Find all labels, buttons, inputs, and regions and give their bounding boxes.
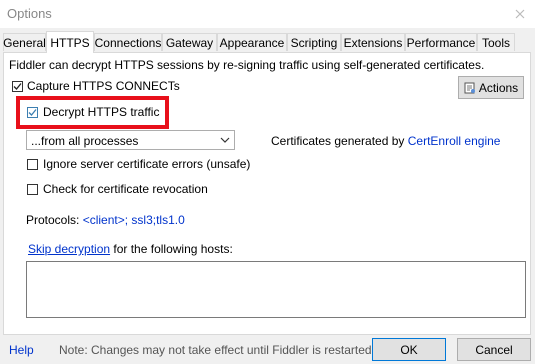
cancel-button[interactable]: Cancel bbox=[457, 338, 531, 361]
tab-tools[interactable]: Tools bbox=[477, 33, 515, 51]
tab-https[interactable]: HTTPS bbox=[46, 31, 94, 53]
tab-extensions[interactable]: Extensions bbox=[341, 33, 405, 51]
tab-general[interactable]: General bbox=[3, 33, 46, 51]
tab-connections[interactable]: Connections bbox=[94, 33, 162, 51]
ok-button[interactable]: OK bbox=[372, 338, 446, 361]
capture-connects-label: Capture HTTPS CONNECTs bbox=[27, 79, 180, 93]
actions-button[interactable]: Actions bbox=[458, 76, 524, 99]
chevron-down-icon bbox=[220, 137, 230, 143]
certificate-icon bbox=[464, 82, 476, 94]
ignore-errors-label: Ignore server certificate errors (unsafe… bbox=[43, 157, 251, 171]
skip-hosts-textarea[interactable] bbox=[26, 261, 526, 318]
capture-connects-checkbox[interactable] bbox=[12, 81, 23, 92]
check-revocation-checkbox[interactable] bbox=[27, 184, 38, 195]
protocols-line: Protocols: <client>; ssl3;tls1.0 bbox=[26, 213, 185, 227]
window-title: Options bbox=[7, 6, 52, 21]
actions-label: Actions bbox=[478, 80, 519, 95]
skip-decryption-line: Skip decryption for the following hosts: bbox=[28, 242, 233, 256]
decrypt-traffic-checkbox[interactable] bbox=[27, 107, 38, 118]
protocols-label: Protocols: bbox=[26, 213, 83, 227]
tab-gateway[interactable]: Gateway bbox=[162, 33, 217, 51]
ignore-errors-checkbox[interactable] bbox=[27, 159, 38, 170]
restart-note: Note: Changes may not take effect until … bbox=[59, 343, 375, 357]
checkmark-icon bbox=[13, 83, 22, 90]
decrypt-traffic-label: Decrypt HTTPS traffic bbox=[43, 105, 160, 119]
https-description: Fiddler can decrypt HTTPS sessions by re… bbox=[9, 58, 485, 72]
close-icon[interactable] bbox=[505, 0, 535, 28]
cert-engine-link[interactable]: CertEnroll engine bbox=[408, 134, 501, 148]
help-link[interactable]: Help bbox=[9, 343, 34, 357]
skip-decryption-suffix: for the following hosts: bbox=[110, 242, 233, 256]
tab-performance[interactable]: Performance bbox=[405, 33, 477, 51]
tab-strip: General HTTPS Connections Gateway Appear… bbox=[3, 31, 533, 53]
protocols-link[interactable]: <client>; ssl3;tls1.0 bbox=[83, 213, 185, 227]
title-bar: Options bbox=[0, 0, 535, 28]
process-filter-select[interactable]: ...from all processes bbox=[26, 130, 235, 150]
skip-decryption-link[interactable]: Skip decryption bbox=[28, 242, 110, 256]
checkmark-icon bbox=[28, 109, 37, 116]
cert-info: Certificates generated by CertEnroll eng… bbox=[271, 134, 500, 148]
check-revocation-label: Check for certificate revocation bbox=[43, 182, 208, 196]
tab-appearance[interactable]: Appearance bbox=[217, 33, 287, 51]
cert-prefix: Certificates generated by bbox=[271, 134, 408, 148]
tab-scripting[interactable]: Scripting bbox=[287, 33, 341, 51]
process-filter-value: ...from all processes bbox=[31, 134, 139, 148]
